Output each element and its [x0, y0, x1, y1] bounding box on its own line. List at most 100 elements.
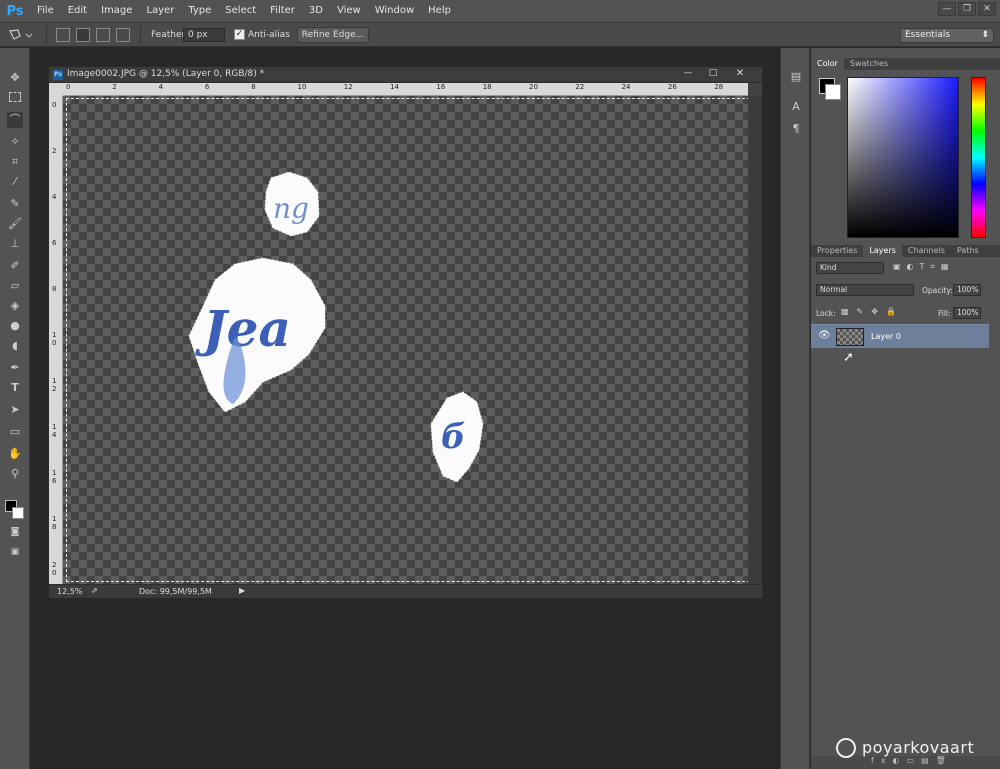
ruler-tick-label: 24 [621, 83, 631, 91]
clone-stamp-icon[interactable]: ⊥ [7, 236, 23, 252]
add-to-selection-icon[interactable] [76, 28, 90, 42]
vertical-scrollbar[interactable] [748, 96, 762, 584]
minimize-icon[interactable]: — [938, 2, 956, 16]
quick-mask-icon[interactable]: ◙ [7, 524, 23, 540]
menu-layer[interactable]: Layer [139, 0, 181, 22]
blur-tool-icon[interactable]: ● [7, 318, 23, 334]
healing-brush-icon[interactable]: ✎ [7, 196, 23, 212]
layer-kind-filter[interactable]: Kind [816, 262, 884, 274]
hue-slider[interactable] [971, 77, 986, 238]
zoom-tool-icon[interactable]: ⚲ [7, 466, 23, 482]
menu-select[interactable]: Select [218, 0, 263, 22]
ruler-tick-label: 26 [667, 83, 677, 91]
zoom-level[interactable]: 12,5% [57, 587, 82, 596]
move-tool-icon[interactable]: ✥ [7, 70, 23, 86]
tab-swatches[interactable]: Swatches [844, 58, 894, 70]
fill-input[interactable]: 100% [953, 307, 981, 319]
menu-view[interactable]: View [330, 0, 368, 22]
opacity-input[interactable]: 100% [953, 284, 981, 296]
refine-edge-button[interactable]: Refine Edge... [297, 27, 369, 43]
doc-maximize-icon[interactable]: □ [704, 68, 722, 81]
menu-file[interactable]: File [30, 0, 61, 22]
tab-layers[interactable]: Layers [863, 245, 902, 257]
ruler-tick-label: 0 [66, 83, 71, 91]
menu-help[interactable]: Help [421, 0, 458, 22]
tab-color[interactable]: Color [811, 58, 844, 70]
subtract-selection-icon[interactable] [96, 28, 110, 42]
ruler-tick-label: 20 [529, 83, 538, 91]
antialias-checkbox[interactable]: ✓ [234, 29, 245, 40]
tab-properties[interactable]: Properties [811, 245, 863, 257]
paragraph-panel-icon[interactable]: ¶ [788, 122, 804, 138]
ruler-tick-label: 1 2 [52, 377, 57, 393]
history-panel-icon[interactable]: ▤ [788, 70, 804, 86]
layer-name[interactable]: Layer 0 [871, 332, 901, 341]
pen-tool-icon[interactable]: ✒ [7, 360, 23, 376]
screen-mode-icon[interactable]: ▣ [7, 544, 23, 560]
layer-row[interactable]: 👁 Layer 0 [811, 324, 989, 348]
blend-mode-select[interactable]: Normal [816, 284, 914, 296]
opacity-value: 100% [957, 285, 979, 294]
tab-paths[interactable]: Paths [951, 245, 985, 257]
canvas[interactable]: ng Jea б [63, 96, 748, 584]
restore-icon[interactable]: ❐ [958, 2, 976, 16]
ruler-tick-label: 8 [52, 285, 57, 293]
workspace-select[interactable]: Essentials ⬍ [900, 28, 994, 43]
status-menu-icon[interactable]: ▶ [239, 586, 245, 595]
ruler-tick-label: 2 [112, 83, 117, 91]
paint-bucket-icon[interactable]: ◈ [7, 298, 23, 314]
color-panel-background[interactable] [825, 84, 841, 100]
vertical-ruler[interactable]: 0 2 4 6 8 1 0 1 2 1 4 1 6 1 8 2 0 [49, 96, 63, 584]
polygonal-lasso-icon[interactable] [8, 28, 32, 42]
intersect-selection-icon[interactable] [116, 28, 130, 42]
marquee-tool-icon[interactable] [9, 92, 21, 102]
eyedropper-icon[interactable]: ⁄ [7, 174, 23, 190]
history-brush-icon[interactable]: ✐ [7, 258, 23, 274]
hand-tool-icon[interactable]: ✋ [7, 446, 23, 462]
watermark-text: poyarkovaart [862, 738, 975, 757]
document-titlebar: Ps Image0002.JPG @ 12,5% (Layer 0, RGB/8… [49, 67, 762, 83]
share-icon[interactable]: ⇗ [91, 586, 98, 595]
layers-footer-icons[interactable]: fx◐▭▤🗑 [811, 756, 1000, 769]
horizontal-ruler[interactable]: 0 2 4 6 8 10 12 14 16 18 20 22 24 26 28 [63, 83, 748, 96]
ruler-tick-label: 16 [436, 83, 446, 91]
brush-tool-icon[interactable]: 🖌 [7, 216, 23, 232]
menu-window[interactable]: Window [368, 0, 421, 22]
ruler-tick-label: 8 [251, 83, 256, 91]
kind-label: Kind [820, 263, 837, 272]
character-panel-icon[interactable]: A [788, 100, 804, 116]
background-color-swatch[interactable] [12, 507, 24, 519]
eye-icon[interactable]: 👁 [818, 330, 831, 341]
dodge-tool-icon[interactable]: ◖ [7, 338, 23, 354]
eraser-icon[interactable]: ▱ [7, 278, 23, 294]
rectangle-tool-icon[interactable]: ▭ [7, 424, 23, 440]
close-icon[interactable]: ✕ [978, 2, 996, 16]
menu-edit[interactable]: Edit [61, 0, 94, 22]
menu-3d[interactable]: 3D [302, 0, 330, 22]
ruler-tick-label: 18 [482, 83, 492, 91]
lock-icons[interactable]: ▩✎✥🔒 [841, 307, 911, 319]
new-selection-icon[interactable] [56, 28, 70, 42]
tab-channels[interactable]: Channels [902, 245, 951, 257]
ng-lettering: ng [273, 192, 309, 225]
path-selection-icon[interactable]: ➤ [7, 402, 23, 418]
type-tool-icon[interactable]: T [7, 380, 23, 396]
menu-filter[interactable]: Filter [263, 0, 302, 22]
layer-filter-icons[interactable]: ▣◐T⌗▦ [893, 262, 993, 274]
lasso-tool-icon[interactable]: ⌒ [7, 112, 23, 128]
crop-tool-icon[interactable]: ⌗ [7, 154, 23, 170]
doc-minimize-icon[interactable]: — [679, 68, 697, 81]
ps-document-icon: Ps [53, 70, 63, 80]
ruler-tick-label: 2 [52, 147, 57, 155]
ruler-tick-label: 6 [52, 239, 57, 247]
feather-input[interactable] [183, 28, 225, 42]
ruler-tick-label: 1 0 [52, 331, 57, 347]
ruler-tick-label: 0 [52, 101, 57, 109]
menu-image[interactable]: Image [94, 0, 139, 22]
color-spectrum-field[interactable] [847, 77, 959, 238]
magic-wand-icon[interactable]: ✧ [7, 134, 23, 150]
antialias-label: Anti-alias [248, 30, 290, 40]
menu-type[interactable]: Type [181, 0, 218, 22]
doc-close-icon[interactable]: ✕ [731, 68, 749, 81]
ruler-tick-label: 1 4 [52, 423, 57, 439]
